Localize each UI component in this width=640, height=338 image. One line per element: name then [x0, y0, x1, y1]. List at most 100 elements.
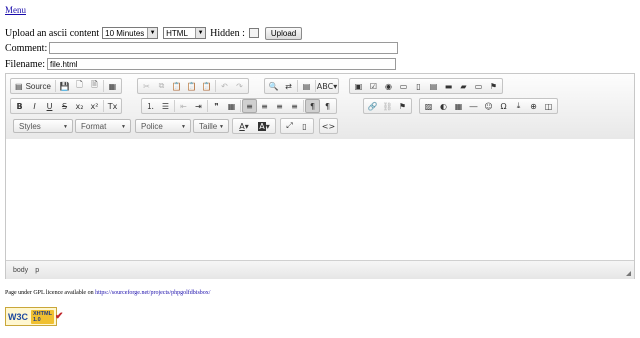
- underline-icon[interactable]: U: [42, 99, 57, 113]
- menu-link[interactable]: Menu: [5, 5, 26, 15]
- templates-icon[interactable]: ▦: [105, 79, 120, 93]
- radio-icon[interactable]: ◉: [381, 79, 396, 93]
- strikethrough-icon[interactable]: S: [57, 99, 72, 113]
- div-container-icon[interactable]: ▦: [224, 99, 239, 113]
- align-left-icon[interactable]: ≡: [242, 99, 257, 113]
- format-value: HTML: [166, 28, 188, 38]
- justify-icon[interactable]: ≡: [287, 99, 302, 113]
- chevron-down-icon: ▼: [195, 28, 206, 38]
- w3c-xhtml-badge[interactable]: W3C XHTML 1.0 ✔: [5, 307, 63, 326]
- link-icon[interactable]: 🔗: [365, 99, 380, 113]
- hidden-field-icon[interactable]: ▭: [471, 79, 486, 93]
- preview-icon[interactable]: 🗎: [87, 79, 102, 93]
- size-combo[interactable]: Taille ▼: [193, 119, 229, 133]
- outdent-icon[interactable]: ⇤: [176, 99, 191, 113]
- xhtml-version: 1.0: [33, 316, 41, 323]
- font-combo[interactable]: Police ▼: [135, 119, 191, 133]
- smiley-icon[interactable]: ☺: [481, 99, 496, 113]
- subscript-icon[interactable]: x₂: [72, 99, 87, 113]
- paste-text-icon[interactable]: 📋: [184, 79, 199, 93]
- chevron-down-icon: ▼: [181, 124, 186, 130]
- indent-icon[interactable]: ⇥: [191, 99, 206, 113]
- path-p[interactable]: p: [35, 267, 39, 274]
- source-button[interactable]: ▤ Source: [12, 79, 54, 93]
- editor-content-area[interactable]: [6, 139, 634, 260]
- chevron-down-icon: ▼: [147, 28, 158, 38]
- duration-select[interactable]: 10 Minutes ▼: [102, 27, 159, 39]
- image-button-icon[interactable]: ▰: [456, 79, 471, 93]
- format-combo[interactable]: Format ▼: [75, 119, 131, 133]
- special-char-icon[interactable]: Ω: [496, 99, 511, 113]
- blockquote-icon[interactable]: ❞: [209, 99, 224, 113]
- button-icon[interactable]: ▬: [441, 79, 456, 93]
- flash-object-icon[interactable]: ◐: [436, 99, 451, 113]
- toolbar-group-tools: ⤢ ▯: [280, 118, 314, 134]
- italic-icon[interactable]: I: [27, 99, 42, 113]
- code-icon[interactable]: <>: [321, 119, 336, 133]
- bulleted-list-icon[interactable]: ☰: [158, 99, 173, 113]
- path-body[interactable]: body: [13, 267, 28, 274]
- cut-icon[interactable]: ✂: [139, 79, 154, 93]
- background-color-icon[interactable]: A ▾: [254, 119, 274, 133]
- toolbar-group-about: <>: [319, 118, 338, 134]
- checkbox-icon[interactable]: ☑: [366, 79, 381, 93]
- check-icon: ✔: [54, 311, 64, 322]
- flash-icon[interactable]: ⚑: [486, 79, 501, 93]
- filename-input[interactable]: file.html: [47, 58, 396, 70]
- filename-row: Filename: file.html: [5, 57, 396, 71]
- editor-status-bar: body p: [6, 260, 634, 279]
- undo-icon[interactable]: ↶: [217, 79, 232, 93]
- show-blocks-icon[interactable]: ▯: [297, 119, 312, 133]
- image-icon[interactable]: ▨: [421, 99, 436, 113]
- language-icon[interactable]: ◫: [541, 99, 556, 113]
- align-right-icon[interactable]: ≡: [272, 99, 287, 113]
- format-select[interactable]: HTML ▼: [163, 27, 207, 39]
- align-center-icon[interactable]: ≡: [257, 99, 272, 113]
- save-icon[interactable]: 💾: [57, 79, 72, 93]
- rtl-direction-icon[interactable]: ¶: [320, 99, 335, 113]
- hidden-checkbox[interactable]: [248, 28, 259, 38]
- redo-icon[interactable]: ↷: [232, 79, 247, 93]
- new-page-icon[interactable]: 🗋: [72, 79, 87, 93]
- anchor-icon[interactable]: ⚑: [395, 99, 410, 113]
- editor-toolbar: ▤ Source 💾 🗋 🗎 ▦ ✂ ⧉ 📋 📋 📋 ↶ ↷ 🔍 ⇄ ▤ ABC▾: [6, 74, 634, 140]
- upload-button[interactable]: Upload: [264, 26, 303, 40]
- page-break-icon[interactable]: ⤓: [511, 99, 526, 113]
- resize-handle[interactable]: [626, 271, 631, 276]
- form-icon[interactable]: ▣: [351, 79, 366, 93]
- iframe-icon[interactable]: ⊕: [526, 99, 541, 113]
- license-link[interactable]: https://sourceforge.net/projects/phpgolf…: [95, 290, 210, 296]
- license-note: Page under GPL licence available on http…: [5, 290, 210, 296]
- spellcheck-icon[interactable]: ABC▾: [317, 79, 337, 93]
- chevron-down-icon: ▼: [219, 124, 224, 130]
- styles-combo[interactable]: Styles ▼: [13, 119, 73, 133]
- comment-input[interactable]: [49, 42, 399, 54]
- font-label: Police: [141, 121, 163, 131]
- paste-word-icon[interactable]: 📋: [199, 79, 214, 93]
- toolbar-group-insert: ▨ ◐ ▦ ― ☺ Ω ⤓ ⊕ ◫: [419, 98, 558, 114]
- table-icon[interactable]: ▦: [451, 99, 466, 113]
- paste-icon[interactable]: 📋: [169, 79, 184, 93]
- select-all-icon[interactable]: ▤: [299, 79, 314, 93]
- text-color-icon[interactable]: A ▾: [234, 119, 254, 133]
- duration-value: 10 Minutes: [105, 28, 145, 38]
- toolbar-group-clipboard: ✂ ⧉ 📋 📋 📋 ↶ ↷: [137, 78, 249, 94]
- chevron-down-icon: ▼: [63, 124, 68, 130]
- copy-icon[interactable]: ⧉: [154, 79, 169, 93]
- unlink-icon[interactable]: ⛓: [380, 99, 395, 113]
- replace-icon[interactable]: ⇄: [281, 79, 296, 93]
- ltr-direction-icon[interactable]: ¶: [305, 99, 320, 113]
- toolbar-group-document: ▤ Source 💾 🗋 🗎 ▦: [10, 78, 122, 94]
- remove-format-icon[interactable]: Tx: [105, 99, 120, 113]
- find-icon[interactable]: 🔍: [266, 79, 281, 93]
- bold-icon[interactable]: B: [12, 99, 27, 113]
- upload-row: Upload an ascii content 10 Minutes ▼ HTM…: [5, 26, 303, 40]
- textarea-icon[interactable]: ▯: [411, 79, 426, 93]
- text-field-icon[interactable]: ▭: [396, 79, 411, 93]
- select-field-icon[interactable]: ▤: [426, 79, 441, 93]
- toolbar-group-forms: ▣ ☑ ◉ ▭ ▯ ▤ ▬ ▰ ▭ ⚑: [349, 78, 503, 94]
- superscript-icon[interactable]: x²: [87, 99, 102, 113]
- numbered-list-icon[interactable]: ⒈: [143, 99, 158, 113]
- horizontal-rule-icon[interactable]: ―: [466, 99, 481, 113]
- maximize-icon[interactable]: ⤢: [282, 119, 297, 133]
